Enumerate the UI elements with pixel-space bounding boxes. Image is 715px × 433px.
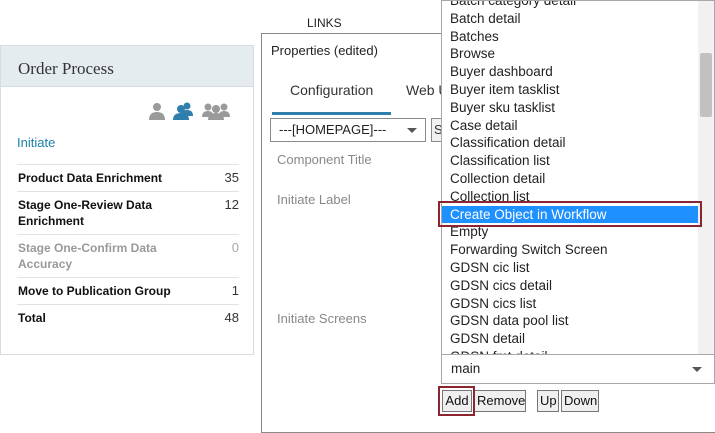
table-row: Move to Publication Group 1 bbox=[17, 277, 239, 304]
total-label: Total bbox=[18, 311, 46, 325]
homepage-select-value: ---[HOMEPAGE]--- bbox=[279, 122, 387, 137]
homepage-select[interactable]: ---[HOMEPAGE]--- bbox=[270, 118, 426, 142]
add-button-highlight bbox=[438, 386, 475, 416]
initiate-screens-select-value: main bbox=[451, 361, 481, 376]
stage-label: Stage One-Review Data Enrichment bbox=[18, 198, 153, 228]
list-item[interactable]: Buyer item tasklist bbox=[442, 81, 698, 99]
stage-label: Move to Publication Group bbox=[18, 284, 171, 298]
dropdown-options: Batch category detail Batch detail Batch… bbox=[442, 1, 698, 355]
process-stage-list: Product Data Enrichment 35 Stage One-Rev… bbox=[17, 164, 239, 331]
selected-item-highlight bbox=[438, 201, 702, 227]
stage-count: 1 bbox=[231, 283, 239, 298]
total-count: 48 bbox=[224, 310, 239, 325]
initiate-label-label: Initiate Label bbox=[277, 192, 351, 207]
users-icon[interactable] bbox=[172, 101, 196, 121]
list-item[interactable]: Classification list bbox=[442, 152, 698, 170]
chevron-down-icon bbox=[692, 367, 702, 372]
list-item[interactable]: GDSN cic list bbox=[442, 259, 698, 277]
list-item[interactable]: Collection detail bbox=[442, 170, 698, 188]
list-item[interactable]: Classification detail bbox=[442, 134, 698, 152]
list-item[interactable]: GDSN data pool list bbox=[442, 312, 698, 330]
list-item[interactable]: Batch category detail bbox=[442, 1, 698, 10]
list-item[interactable]: Browse bbox=[442, 45, 698, 63]
user-group-icon[interactable] bbox=[202, 101, 230, 121]
list-item[interactable]: Batch detail bbox=[442, 10, 698, 28]
screen-dropdown-list[interactable]: Batch category detail Batch detail Batch… bbox=[441, 0, 715, 356]
list-item[interactable]: GDSN cics list bbox=[442, 295, 698, 313]
dropdown-scrollbar[interactable] bbox=[698, 1, 714, 355]
list-item[interactable]: Batches bbox=[442, 28, 698, 46]
links-label: LINKS bbox=[307, 16, 342, 30]
table-row: Product Data Enrichment 35 bbox=[17, 164, 239, 191]
stage-count: 12 bbox=[224, 197, 239, 212]
initiate-screens-select[interactable]: main bbox=[441, 354, 715, 384]
properties-title: Properties (edited) bbox=[271, 43, 378, 58]
active-tab-indicator bbox=[272, 112, 391, 115]
initiate-link[interactable]: Initiate bbox=[17, 135, 55, 150]
stage-count: 0 bbox=[231, 240, 239, 255]
table-row: Stage One-Review Data Enrichment 12 bbox=[17, 191, 239, 234]
list-item[interactable]: Buyer dashboard bbox=[442, 63, 698, 81]
scrollbar-thumb[interactable] bbox=[700, 53, 712, 117]
list-item[interactable]: Buyer sku tasklist bbox=[442, 99, 698, 117]
chevron-down-icon bbox=[407, 128, 417, 133]
table-row: Stage One-Confirm Data Accuracy 0 bbox=[17, 234, 239, 277]
table-row-total: Total 48 bbox=[17, 304, 239, 331]
order-process-card: Order Process Initiate Product Data Enri… bbox=[0, 45, 254, 355]
list-item[interactable]: Forwarding Switch Screen bbox=[442, 241, 698, 259]
list-item[interactable]: GDSN detail bbox=[442, 330, 698, 348]
user-filter-icons bbox=[148, 101, 230, 121]
list-item[interactable]: Case detail bbox=[442, 117, 698, 135]
card-title: Order Process bbox=[18, 59, 114, 78]
list-item[interactable]: GDSN cics detail bbox=[442, 277, 698, 295]
up-button[interactable]: Up bbox=[537, 390, 559, 412]
stage-label: Product Data Enrichment bbox=[18, 171, 163, 185]
stage-count: 35 bbox=[224, 170, 239, 185]
user-icon[interactable] bbox=[148, 101, 166, 121]
stage-label: Stage One-Confirm Data Accuracy bbox=[18, 241, 157, 271]
tab-configuration[interactable]: Configuration bbox=[290, 82, 373, 98]
down-button[interactable]: Down bbox=[561, 390, 599, 412]
remove-button[interactable]: Remove bbox=[474, 390, 526, 412]
initiate-screens-label: Initiate Screens bbox=[277, 311, 367, 326]
component-title-label: Component Title bbox=[277, 152, 372, 167]
